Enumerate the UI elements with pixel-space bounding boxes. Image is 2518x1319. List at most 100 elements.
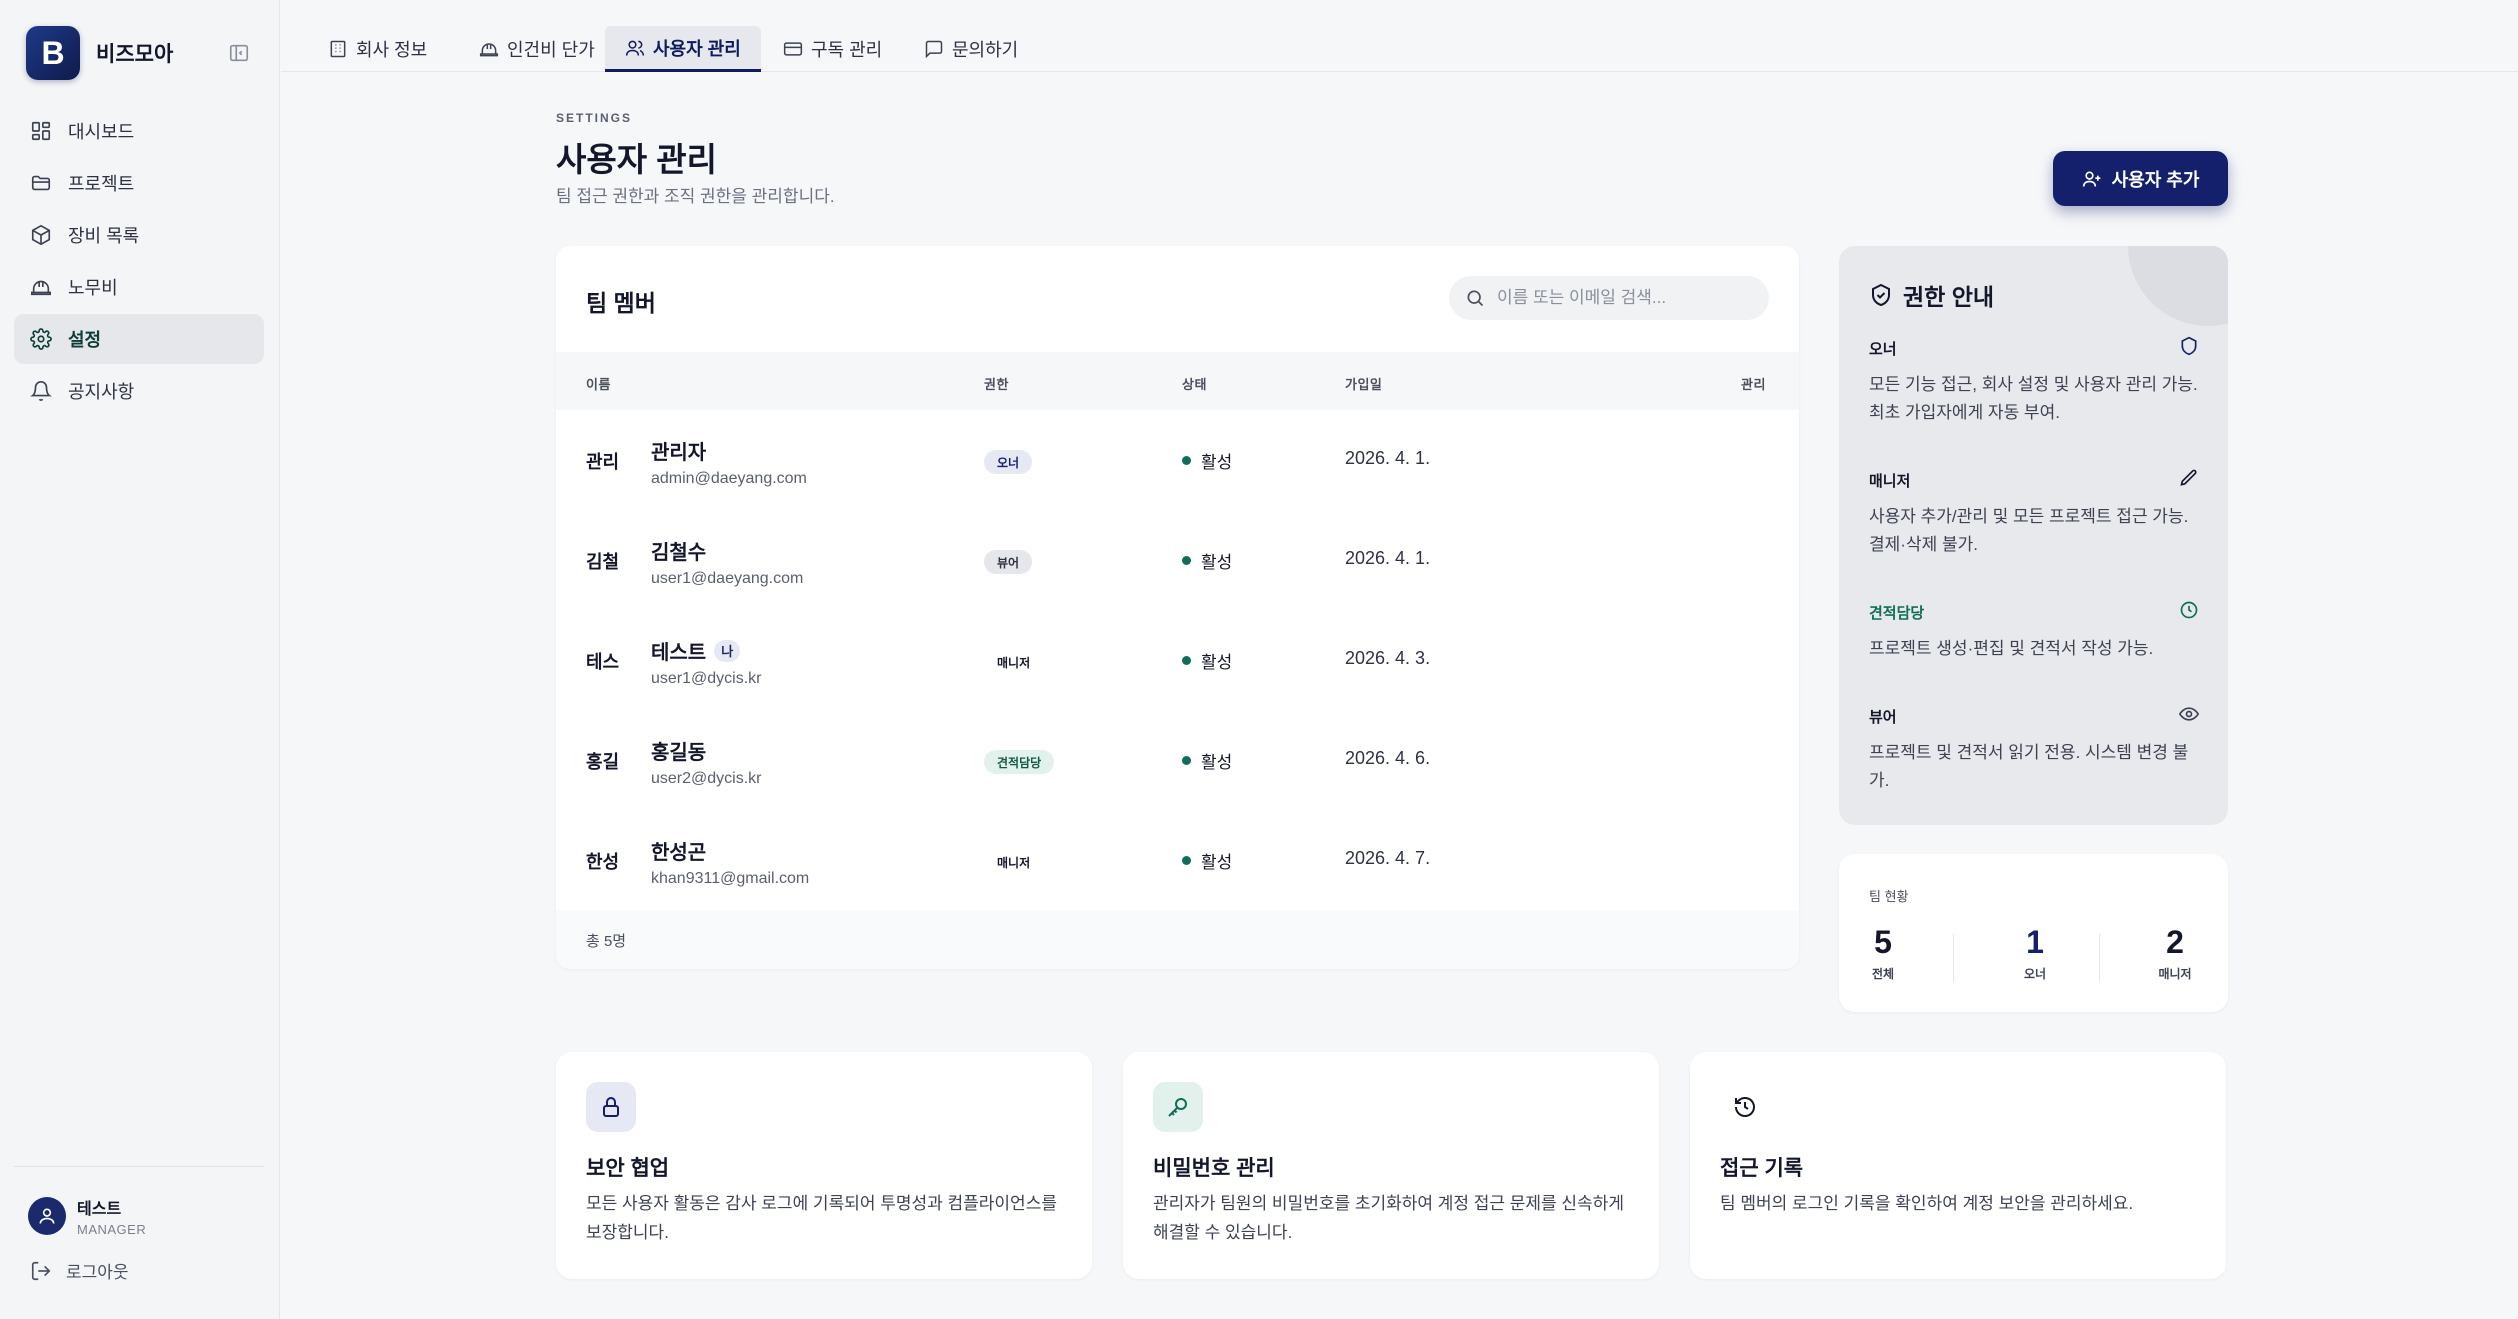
member-email: admin@daeyang.com	[651, 470, 807, 487]
add-user-label: 사용자 추가	[2111, 169, 2200, 190]
stat-owner: 1 오너	[2005, 924, 2065, 982]
member-avatar: 홍길	[586, 752, 620, 772]
tab-subscription[interactable]: 구독 관리	[763, 26, 902, 72]
sidebar-item-projects[interactable]: 프로젝트	[14, 158, 264, 208]
permissions-guide-card: 권한 안내 오너 모든 기능 접근, 회사 설정 및 사용자 관리 가능. 최초…	[1839, 246, 2228, 825]
column-header-name[interactable]: 이름	[586, 374, 611, 393]
dashboard-icon	[30, 120, 52, 142]
role-badge[interactable]: 뷰어	[984, 550, 1033, 574]
team-members-card: 팀 멤버 이름 권한 상태 가입일 관리 관리 관리자 admin@daeyan…	[556, 246, 1799, 969]
role-badge[interactable]: 매니저	[984, 850, 1043, 874]
sidebar-item-dashboard[interactable]: 대시보드	[14, 106, 264, 156]
member-email: user1@dycis.kr	[651, 670, 762, 687]
status-text: 활성	[1201, 753, 1233, 772]
stat-manager: 2 매니저	[2153, 924, 2197, 982]
permission-estimator: 견적담당 프로젝트 생성·편집 및 견적서 작성 가능.	[1869, 601, 2199, 663]
table-row[interactable]: 한성 한성곤 khan9311@gmail.com 매니저 활성 2026. 4…	[556, 810, 1799, 910]
status-dot	[1182, 556, 1191, 565]
status-indicator: 활성	[1182, 548, 1232, 573]
sidebar-item-label: 노무비	[68, 278, 118, 298]
role-badge[interactable]: 매니저	[984, 650, 1043, 674]
status-indicator: 활성	[1182, 648, 1232, 673]
info-card-access-log: 접근 기록 팀 멤버의 로그인 기록을 확인하여 계정 보안을 관리하세요.	[1690, 1052, 2226, 1279]
page-subtitle: 팀 접근 권한과 조직 권한을 관리합니다.	[556, 187, 835, 206]
joined-date: 2026. 4. 6.	[1345, 748, 1431, 768]
stat-total: 5 전체	[1869, 924, 1897, 982]
status-dot	[1182, 756, 1191, 765]
member-name: 한성곤	[651, 842, 707, 864]
table-row[interactable]: 김철 김철수 user1@daeyang.com 뷰어 활성 2026. 4. …	[556, 510, 1799, 610]
role-badge[interactable]: 견적담당	[984, 750, 1055, 774]
role-badge[interactable]: 오너	[984, 450, 1033, 474]
shield-check-icon	[1869, 283, 1893, 307]
sidebar-divider	[14, 1166, 264, 1167]
member-avatar: 김철	[586, 552, 620, 572]
sidebar: B 비즈모아 대시보드 프로젝트 장비 목록 노무비 설정 공지사항 테스트 M…	[0, 0, 280, 1319]
tab-labor-rates[interactable]: 인건비 단가	[459, 26, 615, 72]
permissions-title: 권한 안내	[1869, 278, 1994, 312]
user-role: MANAGER	[77, 1222, 147, 1237]
member-avatar: 관리	[586, 452, 620, 472]
building-icon	[328, 39, 348, 59]
add-user-button[interactable]: 사용자 추가	[2053, 151, 2228, 206]
member-email: user2@dycis.kr	[651, 770, 762, 787]
sidebar-item-equipment[interactable]: 장비 목록	[14, 210, 264, 260]
table-row[interactable]: 테스 테스트 나 user1@dycis.kr 매니저 활성 2026. 4. 3…	[556, 610, 1799, 710]
members-title: 팀 멤버	[586, 290, 656, 316]
table-row[interactable]: 관리 관리자 admin@daeyang.com 오너 활성 2026. 4. …	[556, 410, 1799, 510]
stat-divider	[1953, 934, 1954, 982]
sidebar-item-settings[interactable]: 설정	[14, 314, 264, 364]
member-email: user1@daeyang.com	[651, 570, 804, 587]
stat-value: 2	[2166, 924, 2184, 960]
tab-label: 사용자 관리	[653, 38, 741, 59]
info-title: 보안 협업	[586, 1157, 670, 1180]
sidebar-item-label: 대시보드	[68, 122, 135, 142]
permission-desc: 모든 기능 접근, 회사 설정 및 사용자 관리 가능. 최초 가입자에게 자동…	[1869, 375, 2198, 422]
permission-name: 매니저	[1869, 473, 1911, 490]
column-header-status[interactable]: 상태	[1182, 374, 1207, 393]
search-input[interactable]	[1497, 288, 1747, 308]
folder-icon	[30, 172, 52, 194]
tab-inquiry[interactable]: 문의하기	[904, 26, 1038, 72]
tab-user-management[interactable]: 사용자 관리	[605, 26, 761, 72]
logout-button[interactable]: 로그아웃	[30, 1258, 129, 1283]
brand[interactable]: B 비즈모아	[26, 26, 173, 80]
sidebar-item-label: 설정	[68, 330, 102, 350]
status-dot	[1182, 456, 1191, 465]
info-title: 접근 기록	[1720, 1157, 1804, 1180]
hard-hat-icon	[479, 39, 499, 59]
logout-label: 로그아웃	[66, 1263, 129, 1282]
tab-label: 문의하기	[952, 40, 1019, 60]
table-header: 이름 권한 상태 가입일 관리	[556, 352, 1799, 410]
sidebar-item-labor[interactable]: 노무비	[14, 262, 264, 312]
logout-icon	[30, 1260, 52, 1282]
sidebar-nav: 대시보드 프로젝트 장비 목록 노무비 설정 공지사항	[14, 106, 264, 418]
table-footer: 총 5명	[556, 910, 1799, 969]
lock-icon	[586, 1082, 636, 1132]
info-desc: 팀 멤버의 로그인 기록을 확인하여 계정 보안을 관리하세요.	[1720, 1194, 2134, 1213]
history-icon	[1720, 1082, 1770, 1132]
tab-company-info[interactable]: 회사 정보	[308, 26, 447, 72]
member-avatar: 테스	[586, 652, 620, 672]
box-icon	[30, 224, 52, 246]
status-indicator: 활성	[1182, 848, 1232, 873]
user-profile[interactable]: 테스트 MANAGER	[28, 1195, 146, 1237]
sidebar-item-notices[interactable]: 공지사항	[14, 366, 264, 416]
permission-name: 뷰어	[1869, 709, 1897, 726]
search-field[interactable]	[1449, 276, 1769, 320]
team-stats-card: 팀 현황 5 전체 1 오너 2 매니저	[1839, 854, 2228, 1012]
stat-value: 1	[2026, 924, 2044, 960]
column-header-role[interactable]: 권한	[984, 374, 1009, 393]
permission-name: 견적담당	[1869, 605, 1925, 622]
sidebar-collapse-icon[interactable]	[228, 42, 250, 64]
stat-label: 전체	[1871, 967, 1895, 981]
member-total: 총 5명	[586, 933, 627, 950]
table-row[interactable]: 홍길 홍길동 user2@dycis.kr 견적담당 활성 2026. 4. 6…	[556, 710, 1799, 810]
tab-label: 인건비 단가	[507, 40, 595, 60]
member-name: 홍길동	[651, 742, 707, 764]
info-card-security: 보안 협업 모든 사용자 활동은 감사 로그에 기록되어 투명성과 컴플라이언스…	[556, 1052, 1092, 1279]
sidebar-item-label: 공지사항	[68, 382, 135, 402]
column-header-joined[interactable]: 가입일	[1345, 374, 1382, 393]
hard-hat-icon	[30, 276, 52, 298]
status-indicator: 활성	[1182, 448, 1232, 473]
